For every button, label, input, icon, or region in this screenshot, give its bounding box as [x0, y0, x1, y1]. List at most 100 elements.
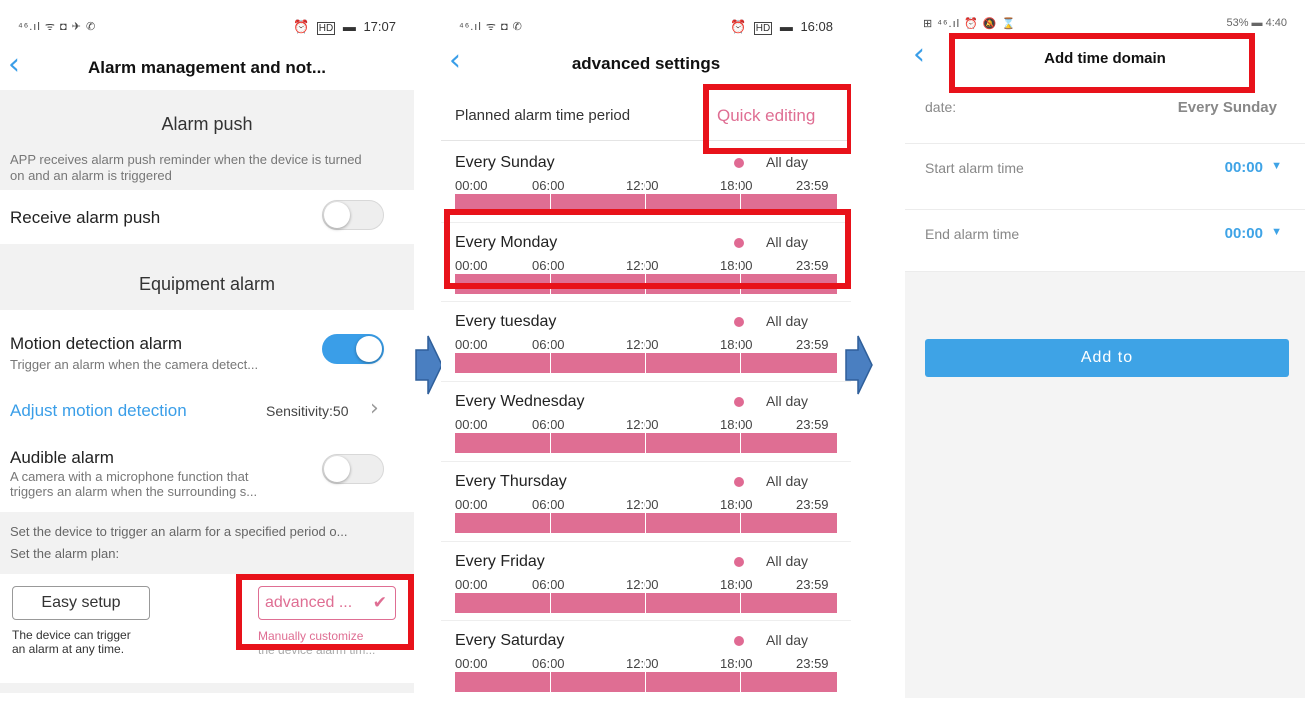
page-title: Alarm management and not...	[87, 58, 327, 77]
alarm-period-bar[interactable]	[455, 576, 837, 613]
motion-detection-description: Trigger an alarm when the camera detect.…	[10, 357, 259, 372]
time-tick-label: 18:00	[720, 337, 753, 353]
start-alarm-time-row[interactable]: Start alarm time 00:00 ▼	[905, 144, 1305, 210]
time-tick-label: 23:59	[796, 656, 829, 672]
bar-divider	[740, 337, 741, 374]
time-tick-label: 06:00	[532, 576, 565, 592]
alarm-period-bar[interactable]	[455, 417, 837, 454]
time-axis: 00:00 06:00 12:00 18:00 23:59	[455, 496, 837, 512]
alarm-push-description: APP receives alarm push reminder when th…	[10, 152, 362, 167]
audible-alarm-description-2: triggers an alarm when the surrounding s…	[10, 484, 258, 499]
time-tick-label: 23:59	[796, 417, 829, 433]
bar-divider	[645, 576, 646, 613]
alarm-management-screen: ⁴⁶.ıl ᯤ ◘ ✈ ✆ ⏰ HD ▬ 17:07 ‹ Alarm manag…	[0, 8, 414, 693]
easy-setup-button[interactable]: Easy setup	[12, 586, 150, 620]
day-row[interactable]: Every Saturday All day 00:00 06:00 12:00 18:0…	[441, 620, 851, 698]
bar-divider	[550, 656, 551, 693]
time-axis: 00:00 06:00 12:00 18:00 23:59	[455, 656, 837, 672]
time-tick-label: 23:59	[796, 337, 829, 353]
easy-setup-description-2: an alarm at any time.	[12, 642, 125, 656]
time-tick-label: 12:00	[626, 178, 659, 193]
divider	[441, 540, 851, 542]
dropdown-triangle-icon[interactable]: ▼	[1271, 160, 1282, 172]
time-tick-label: 23:59	[796, 496, 829, 512]
end-alarm-time-value[interactable]: 00:00	[1225, 225, 1263, 242]
start-alarm-time-value[interactable]: 00:00	[1225, 159, 1263, 176]
bar-divider	[550, 337, 551, 374]
time-tick-label: 18:00	[720, 656, 753, 672]
time-tick-label: 12:00	[626, 576, 659, 592]
date-row[interactable]: date: Every Sunday	[905, 84, 1305, 144]
status-dot-icon	[734, 636, 744, 647]
audible-alarm-label: Audible alarm	[10, 448, 114, 467]
time-tick-label: 00:00	[455, 178, 488, 193]
status-dot-icon	[734, 476, 744, 487]
divider	[441, 460, 851, 462]
time-axis: 00:00 06:00 12:00 18:00 23:59	[455, 576, 837, 592]
status-bar: ⁴⁶.ıl ᯤ ◘ ✈ ✆ ⏰ HD ▬ 17:07	[0, 8, 414, 40]
status-battery-time: 53% ▬ 4:40	[1226, 17, 1287, 29]
day-row[interactable]: Every Thursday All day 00:00 06:00 12:00 18:0…	[441, 460, 851, 543]
monday-highlight-box	[444, 209, 851, 289]
alarm-push-header: Alarm push	[161, 114, 253, 134]
all-day-label: All day	[766, 552, 809, 569]
time-tick-label: 12:00	[626, 337, 659, 353]
chevron-right-icon[interactable]: ›	[370, 396, 379, 421]
sensitivity-value: Sensitivity:50	[266, 403, 349, 419]
advanced-highlight-box	[236, 574, 414, 650]
receive-alarm-push-toggle[interactable]	[322, 200, 384, 230]
end-alarm-time-row[interactable]: End alarm time 00:00 ▼	[905, 210, 1305, 272]
alarm-clock-icon: ⏰	[729, 19, 747, 34]
title-highlight-box	[949, 33, 1255, 93]
status-dot-icon	[734, 317, 744, 328]
quick-editing-highlight-box	[703, 84, 851, 154]
date-value: Every Sunday	[1177, 99, 1277, 116]
alarm-period-bar[interactable]	[455, 656, 837, 693]
time-tick-label: 23:59	[796, 178, 829, 193]
time-tick-label: 18:00	[720, 178, 753, 193]
hd-icon: HD	[316, 22, 336, 35]
alarm-push-description-2: on and an alarm is triggered	[10, 168, 172, 183]
audible-alarm-description: A camera with a microphone function that	[10, 469, 249, 484]
adjust-motion-detection-link[interactable]: Adjust motion detection	[10, 401, 187, 421]
time-tick-label: 00:00	[455, 496, 488, 512]
status-time: 17:07	[363, 19, 396, 34]
all-day-label: All day	[766, 632, 809, 649]
dropdown-triangle-icon[interactable]: ▼	[1271, 226, 1282, 238]
motion-detection-toggle[interactable]	[322, 334, 384, 364]
alarm-period-bar[interactable]	[455, 337, 837, 374]
hd-icon: HD	[753, 22, 773, 35]
day-row[interactable]: Every Wednesday All day 00:00 06:00 12:00 18:…	[441, 381, 851, 463]
nav-bar: ‹ Alarm management and not...	[0, 44, 414, 90]
day-row[interactable]: Every Friday All day 00:00 06:00 12:00 18:00 2…	[441, 540, 851, 623]
receive-alarm-push-label: Receive alarm push	[10, 208, 161, 227]
day-name: Every tuesday	[455, 313, 557, 331]
alarm-period-bar[interactable]	[455, 496, 837, 533]
status-dot-icon	[734, 158, 744, 168]
bar-divider	[740, 656, 741, 693]
time-tick-label: 00:00	[455, 576, 488, 592]
divider	[441, 301, 851, 303]
day-name: Every Friday	[455, 552, 545, 570]
bar-divider	[740, 496, 741, 533]
planned-alarm-period-label: Planned alarm time period	[455, 107, 631, 124]
add-to-button[interactable]: Add to	[925, 339, 1289, 377]
time-tick-label: 00:00	[455, 417, 488, 433]
alarm-clock-icon: ⏰	[292, 19, 310, 34]
bar-divider	[740, 417, 741, 454]
time-tick-label: 06:00	[532, 178, 565, 193]
bar-divider	[740, 576, 741, 613]
day-row[interactable]: Every tuesday All day 00:00 06:00 12:00 18:00…	[441, 301, 851, 383]
all-day-label: All day	[766, 154, 809, 170]
alarm-plan-label: Set the alarm plan:	[10, 546, 120, 561]
add-time-domain-screen: ⊞ ⁴⁶.ıl ⏰ 🔕 ⌛ 53% ▬ 4:40 ‹ Add time doma…	[905, 8, 1305, 698]
battery-icon: ▬	[779, 19, 793, 34]
battery-icon: ▬	[342, 19, 356, 34]
time-tick-label: 18:00	[720, 576, 753, 592]
divider	[441, 620, 851, 622]
all-day-label: All day	[766, 472, 809, 489]
toggle-knob	[324, 456, 350, 482]
audible-alarm-toggle[interactable]	[322, 454, 384, 484]
time-tick-label: 06:00	[532, 656, 565, 672]
time-tick-label: 12:00	[626, 656, 659, 672]
